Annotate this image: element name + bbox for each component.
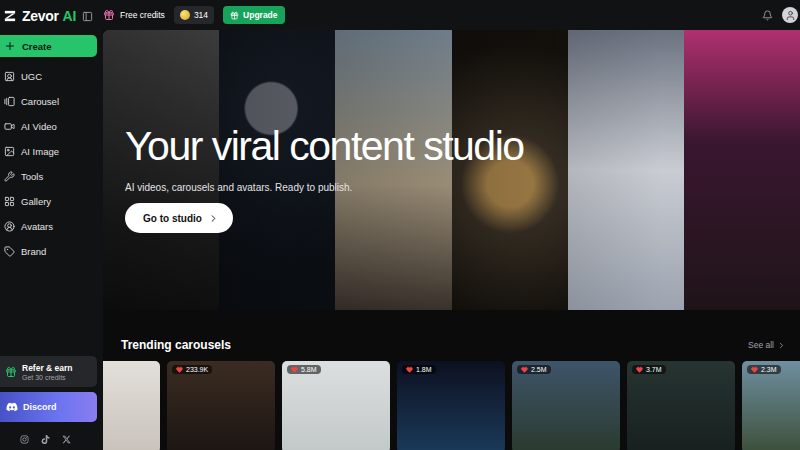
- go-to-studio-button[interactable]: Go to studio: [125, 203, 233, 233]
- sidebar-item[interactable]: AI Video: [0, 117, 97, 135]
- sidebar-bottom: Refer & earnGet 30 credits Discord: [0, 356, 97, 450]
- refer-title: Refer & earn: [22, 363, 73, 373]
- plus-icon: [4, 40, 16, 52]
- sidebar-nav: UGC Carousel AI Video AI Image Tools Gallery A…: [0, 67, 97, 260]
- sidebar-item[interactable]: UGC: [0, 67, 97, 85]
- views-badge: 3.7M: [632, 365, 666, 374]
- carousel-card[interactable]: 2.3M: [742, 361, 800, 450]
- refer-card[interactable]: Refer & earnGet 30 credits: [0, 356, 97, 387]
- nav-item-icon: [4, 146, 15, 157]
- heart-icon: [751, 366, 758, 373]
- social-links: [0, 427, 97, 444]
- sidebar-item[interactable]: Tools: [0, 167, 97, 185]
- heart-icon: [406, 366, 413, 373]
- nav-item-icon: [4, 121, 15, 132]
- app: ZevorAI Create UGC Carousel AI Video AI Image…: [0, 0, 800, 450]
- views-badge: 2.3M: [747, 365, 781, 374]
- sidebar-item[interactable]: Brand: [0, 242, 97, 260]
- heart-icon: [636, 366, 643, 373]
- views-badge: 1.8M: [402, 365, 436, 374]
- main: Free credits 314 Upgrade Your viral content…: [103, 0, 800, 450]
- carousel-row: 233.9K 5.8M 1.8M 2.5M 3.7M 2.3M: [103, 361, 800, 450]
- heart-icon: [176, 366, 183, 373]
- discord-icon: [6, 401, 18, 413]
- carousel-card[interactable]: [103, 361, 160, 450]
- chevron-right-icon: [777, 341, 786, 350]
- refer-subtitle: Get 30 credits: [22, 374, 73, 381]
- views-badge: 233.9K: [172, 365, 212, 374]
- sidebar-item[interactable]: AI Image: [0, 142, 97, 160]
- carousel-card[interactable]: 5.8M: [282, 361, 390, 450]
- trending-title: Trending carousels: [121, 338, 231, 352]
- create-button[interactable]: Create: [0, 35, 97, 57]
- collapse-sidebar-icon[interactable]: [82, 11, 93, 22]
- nav-item-icon: [4, 246, 15, 257]
- tiktok-icon[interactable]: [41, 435, 50, 444]
- sidebar: ZevorAI Create UGC Carousel AI Video AI Image…: [0, 0, 103, 450]
- heart-icon: [291, 366, 298, 373]
- bell-icon[interactable]: [762, 10, 773, 21]
- nav-item-icon: [4, 71, 15, 82]
- sidebar-item[interactable]: Carousel: [0, 92, 97, 110]
- credit-balance[interactable]: 314: [174, 6, 214, 24]
- top-bar: Free credits 314 Upgrade: [103, 0, 800, 30]
- discord-card[interactable]: Discord: [0, 392, 97, 422]
- gift-icon: [103, 9, 115, 21]
- logo-icon: [4, 9, 16, 23]
- sidebar-item[interactable]: Avatars: [0, 217, 97, 235]
- views-badge: 2.5M: [517, 365, 551, 374]
- hero-subtitle: AI videos, carousels and avatars. Ready …: [125, 182, 800, 193]
- carousel-card[interactable]: 3.7M: [627, 361, 735, 450]
- carousel-card[interactable]: 1.8M: [397, 361, 505, 450]
- hero-title: Your viral content studio: [125, 125, 545, 169]
- hero-content: Your viral content studio AI videos, caro…: [103, 30, 800, 310]
- views-badge: 5.8M: [287, 365, 321, 374]
- nav-item-icon: [4, 221, 15, 232]
- logo-text: ZevorAI: [22, 8, 76, 24]
- logo[interactable]: ZevorAI: [0, 0, 97, 32]
- instagram-icon[interactable]: [20, 435, 29, 444]
- carousel-card[interactable]: 233.9K: [167, 361, 275, 450]
- hero: Your viral content studio AI videos, caro…: [103, 30, 800, 310]
- coin-icon: [180, 10, 190, 20]
- upgrade-button[interactable]: Upgrade: [223, 6, 284, 24]
- gift-icon: [5, 366, 17, 378]
- nav-item-icon: [4, 196, 15, 207]
- heart-icon: [521, 366, 528, 373]
- see-all-link[interactable]: See all: [748, 340, 786, 350]
- free-credits[interactable]: Free credits: [103, 9, 165, 21]
- trending-header: Trending carousels See all: [103, 338, 800, 352]
- carousel-card[interactable]: 2.5M: [512, 361, 620, 450]
- chevron-right-icon: [208, 213, 219, 224]
- upgrade-icon: [230, 11, 239, 20]
- trending-section: Trending carouselsSee all233.9K5.8M1.8M2…: [103, 310, 800, 450]
- x-icon[interactable]: [62, 435, 71, 444]
- nav-item-icon: [4, 96, 15, 107]
- user-avatar[interactable]: [782, 7, 798, 23]
- sidebar-item[interactable]: Gallery: [0, 192, 97, 210]
- nav-item-icon: [4, 171, 15, 182]
